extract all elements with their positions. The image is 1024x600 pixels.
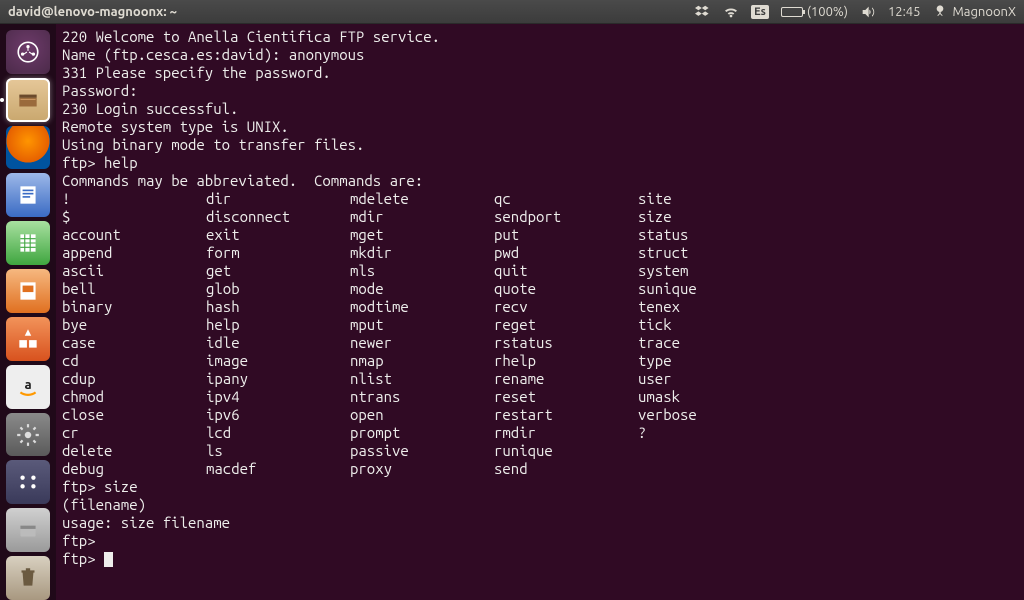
dash-home-icon[interactable] — [6, 30, 50, 74]
terminal-intro: 220 Welcome to Anella Cientifica FTP ser… — [62, 28, 1018, 190]
terminal-output[interactable]: 220 Welcome to Anella Cientifica FTP ser… — [56, 24, 1024, 600]
ftp-help-columns: ! $ account append ascii bell binary bye… — [62, 190, 1018, 478]
battery-indicator[interactable]: (100%) — [781, 5, 848, 19]
wifi-icon[interactable] — [723, 4, 739, 20]
app-icon-generic[interactable] — [6, 460, 50, 504]
amazon-icon[interactable]: a — [6, 365, 50, 409]
volume-icon[interactable] — [860, 4, 876, 20]
keyboard-layout-indicator[interactable]: Es — [751, 5, 769, 19]
firefox-icon[interactable] — [6, 126, 50, 170]
system-tray: Es (100%) 12:45 MagnoonX — [695, 4, 1016, 20]
dropbox-icon[interactable] — [695, 4, 711, 20]
terminal-cursor — [104, 552, 113, 567]
libreoffice-calc-icon[interactable] — [6, 221, 50, 265]
unity-launcher: a — [0, 24, 56, 600]
battery-percent: (100%) — [807, 5, 848, 19]
trash-icon[interactable] — [6, 556, 50, 600]
system-settings-icon[interactable] — [6, 413, 50, 457]
top-menu-bar: david@lenovo-magnoonx: ~ Es (100%) 12:45… — [0, 0, 1024, 24]
session-menu[interactable]: MagnoonX — [932, 4, 1016, 20]
terminal-tail: ftp> size (filename) usage: size filenam… — [62, 478, 1018, 568]
libreoffice-writer-icon[interactable] — [6, 173, 50, 217]
files-icon[interactable] — [6, 78, 50, 122]
libreoffice-impress-icon[interactable] — [6, 269, 50, 313]
svg-text:a: a — [24, 378, 31, 392]
mounted-drive-icon[interactable] — [6, 508, 50, 552]
window-title: david@lenovo-magnoonx: ~ — [8, 5, 177, 19]
clock[interactable]: 12:45 — [888, 5, 921, 19]
session-user: MagnoonX — [952, 5, 1016, 19]
ubuntu-software-icon[interactable] — [6, 317, 50, 361]
